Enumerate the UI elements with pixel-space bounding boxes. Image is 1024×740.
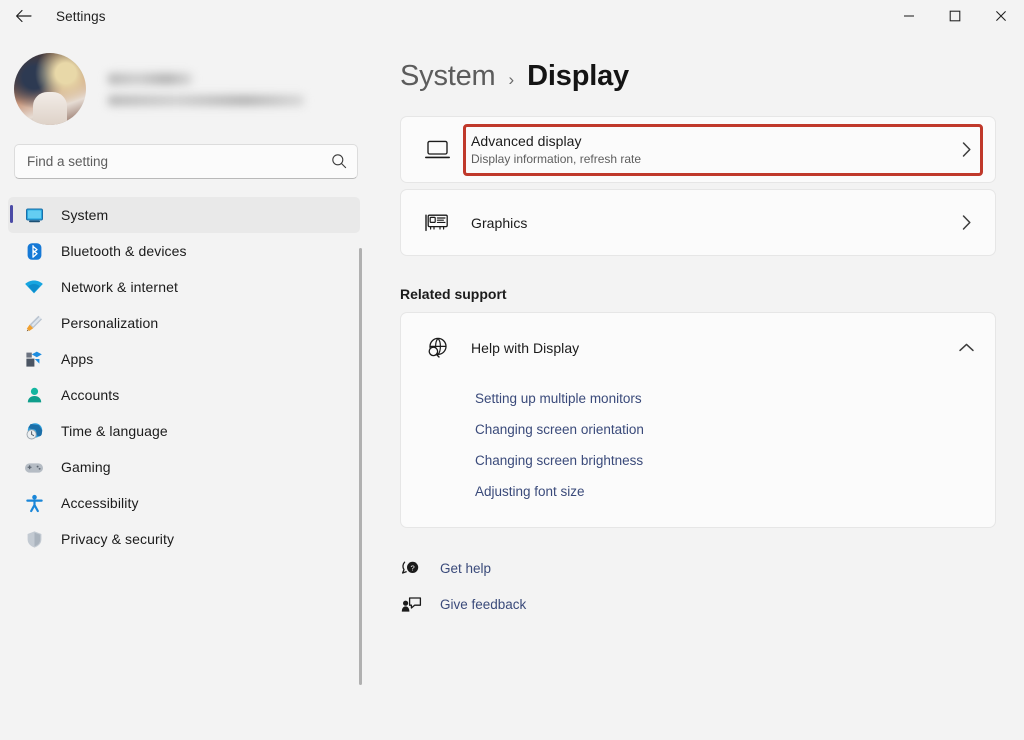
get-help-row[interactable]: ? Get help [400,550,1024,586]
sidebar-item-label: Time & language [61,423,168,439]
paintbrush-icon [24,313,44,333]
sidebar-item-personalization[interactable]: Personalization [8,305,360,341]
sidebar-item-label: Apps [61,351,93,367]
main-content: System › Display Advanced display Displa… [372,32,1024,740]
gamepad-icon [24,457,44,477]
user-avatar[interactable] [14,53,86,125]
footer-links: ? Get help Give feedback [400,550,1024,622]
sidebar-item-bluetooth-devices[interactable]: Bluetooth & devices [8,233,360,269]
give-feedback-row[interactable]: Give feedback [400,586,1024,622]
profile-name [108,73,192,85]
profile-email [108,95,304,106]
help-with-display-card: Help with Display Setting up multiple mo… [400,312,996,528]
help-link-font-size[interactable]: Adjusting font size [475,476,585,507]
window-controls [886,0,1024,32]
monitor-icon [423,139,451,161]
sidebar-item-label: Accessibility [61,495,139,511]
apps-icon [24,349,44,369]
get-help-link[interactable]: Get help [440,561,491,576]
clock-globe-icon [24,421,44,441]
help-link-screen-brightness[interactable]: Changing screen brightness [475,445,643,476]
globe-search-icon [423,336,451,360]
sidebar-item-time-language[interactable]: Time & language [8,413,360,449]
search-box[interactable] [14,144,358,179]
help-with-display-header[interactable]: Help with Display [401,313,995,383]
search-section [0,118,372,179]
help-title: Help with Display [471,340,955,356]
page-title: Display [527,60,629,93]
chevron-right-icon[interactable] [955,141,977,158]
maximize-button[interactable] [932,0,978,32]
card-title: Graphics [471,215,955,231]
profile-text [108,73,304,106]
settings-cards: Advanced display Display information, re… [400,116,996,256]
sidebar-item-label: Privacy & security [61,531,174,547]
sidebar-item-accounts[interactable]: Accounts [8,377,360,413]
sidebar-item-privacy-security[interactable]: Privacy & security [8,521,360,557]
sidebar-item-label: Network & internet [61,279,178,295]
sidebar-item-label: System [61,207,108,223]
sidebar-item-accessibility[interactable]: Accessibility [8,485,360,521]
graphics-card-icon [423,212,451,233]
sidebar-item-label: Personalization [61,315,158,331]
graphics-card[interactable]: Graphics [400,189,996,256]
breadcrumb-parent[interactable]: System [400,60,496,93]
help-bubble-icon: ? [400,559,422,578]
sidebar-item-label: Accounts [61,387,119,403]
related-support-label: Related support [400,286,1024,302]
search-input[interactable] [15,154,357,169]
app-title: Settings [56,9,106,24]
minimize-button[interactable] [886,0,932,32]
close-button[interactable] [978,0,1024,32]
back-button[interactable] [6,1,40,31]
sidebar-item-label: Bluetooth & devices [61,243,187,259]
sidebar-item-label: Gaming [61,459,111,475]
system-icon [24,205,44,225]
accessibility-icon [24,493,44,513]
help-with-display-text: Help with Display [471,340,955,356]
card-subtitle: Display information, refresh rate [471,152,955,166]
search-icon[interactable] [331,153,347,174]
graphics-text: Graphics [471,215,955,231]
sidebar-item-network-internet[interactable]: Network & internet [8,269,360,305]
breadcrumb: System › Display [372,32,1024,93]
wifi-icon [24,277,44,297]
card-title: Advanced display [471,133,955,149]
advanced-display-text: Advanced display Display information, re… [471,133,955,166]
svg-text:?: ? [410,563,414,572]
sidebar-item-gaming[interactable]: Gaming [8,449,360,485]
help-link-multiple-monitors[interactable]: Setting up multiple monitors [475,383,642,414]
account-icon [24,385,44,405]
feedback-person-icon [400,595,422,614]
sidebar-scrollbar[interactable] [359,248,362,703]
back-arrow-icon [15,9,32,23]
title-bar: Settings [0,0,1024,32]
sidebar-item-apps[interactable]: Apps [8,341,360,377]
settings-window: Settings [0,0,1024,740]
chevron-up-icon[interactable] [955,342,977,354]
give-feedback-link[interactable]: Give feedback [440,597,526,612]
help-links-list: Setting up multiple monitors Changing sc… [401,383,995,507]
scrollbar-thumb[interactable] [359,248,362,685]
profile-section[interactable] [0,32,372,118]
advanced-display-card[interactable]: Advanced display Display information, re… [400,116,996,183]
shield-icon [24,529,44,549]
chevron-right-icon[interactable] [955,214,977,231]
sidebar-nav: System Bluetooth & devices [0,197,372,667]
chevron-right-icon: › [509,70,515,90]
sidebar-item-system[interactable]: System [8,197,360,233]
sidebar: System Bluetooth & devices [0,32,372,740]
bluetooth-icon [24,241,44,261]
help-link-screen-orientation[interactable]: Changing screen orientation [475,414,644,445]
